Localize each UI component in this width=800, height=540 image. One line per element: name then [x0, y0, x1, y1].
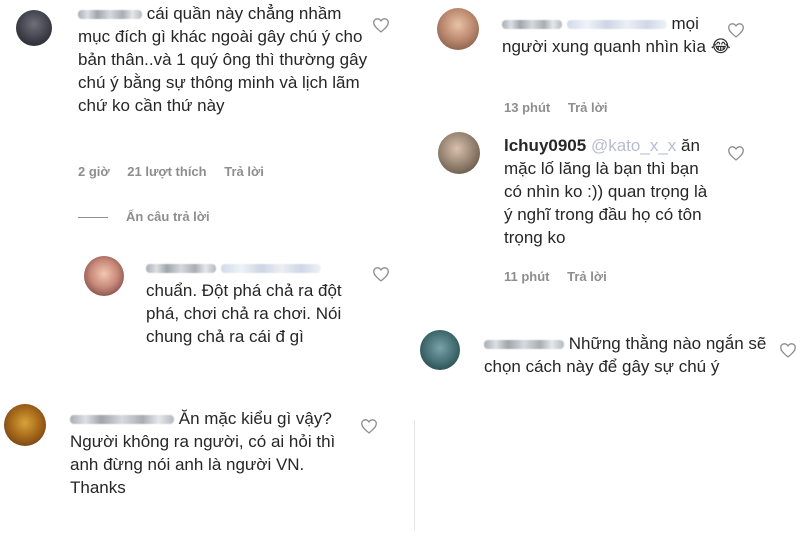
comment-username[interactable]: lchuy0905	[504, 136, 586, 155]
username-blurred[interactable]	[70, 415, 174, 425]
heart-outline-icon[interactable]	[372, 266, 390, 282]
divider-line	[78, 217, 108, 219]
mention-blurred[interactable]	[566, 20, 667, 30]
comment-mention[interactable]: @kato_x_x	[591, 136, 676, 155]
avatar[interactable]	[16, 10, 52, 46]
comment-time[interactable]: 13 phút	[504, 100, 550, 115]
avatar[interactable]	[438, 132, 480, 174]
reply-button[interactable]: Trả lời	[224, 164, 264, 179]
column-divider	[414, 420, 415, 530]
heart-outline-icon[interactable]	[779, 342, 797, 358]
username-blurred[interactable]	[484, 340, 564, 350]
comment-time[interactable]: 2 giờ	[78, 164, 110, 179]
username-blurred[interactable]	[78, 10, 142, 20]
avatar[interactable]	[4, 404, 46, 446]
heart-outline-icon[interactable]	[727, 145, 745, 161]
comment-likes[interactable]: 21 lượt thích	[127, 164, 206, 179]
heart-outline-icon[interactable]	[360, 418, 378, 434]
mention-blurred[interactable]	[220, 264, 321, 274]
comment-text: chuẩn. Đột phá chả ra đột phá, chơi chả …	[146, 281, 342, 346]
avatar[interactable]	[420, 330, 460, 370]
hide-replies-label: Ẩn câu trả lời	[126, 209, 210, 224]
reply-button[interactable]: Trả lời	[567, 269, 607, 284]
avatar[interactable]	[437, 8, 479, 50]
reply-button[interactable]: Trả lời	[568, 100, 608, 115]
heart-outline-icon[interactable]	[372, 17, 390, 33]
comment-text: cái quần này chẳng nhầm mục đích gì khác…	[78, 4, 368, 115]
username-blurred[interactable]	[502, 20, 562, 30]
hide-replies-toggle[interactable]: Ẩn câu trả lời	[78, 209, 210, 224]
username-blurred[interactable]	[146, 264, 216, 274]
avatar[interactable]	[84, 256, 124, 296]
heart-outline-icon[interactable]	[727, 22, 745, 38]
comment-time[interactable]: 11 phút	[504, 269, 550, 284]
